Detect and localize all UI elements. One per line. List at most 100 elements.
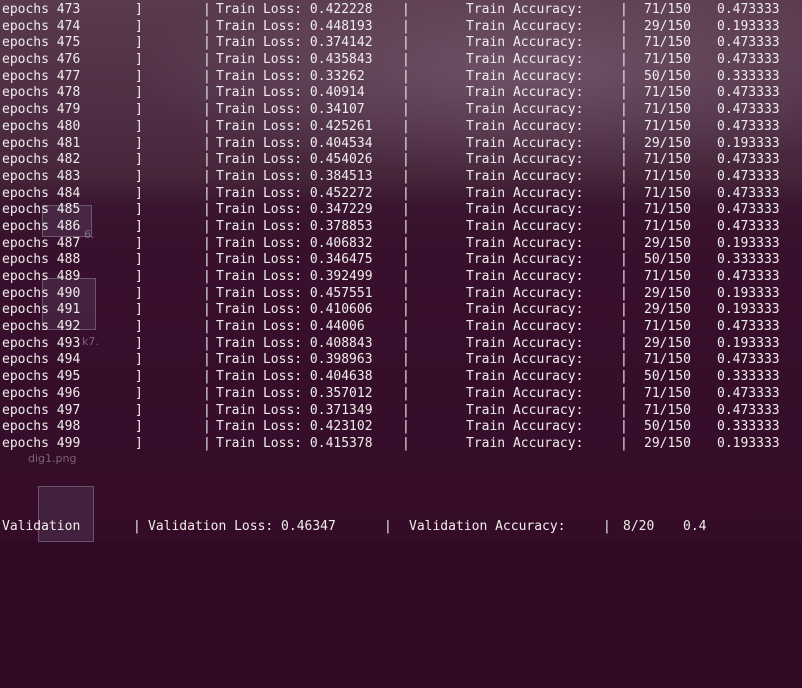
train-accuracy-fraction: 50/150 [644, 369, 691, 385]
train-accuracy-label: Train Accuracy: [466, 118, 584, 134]
separator-bar: | [620, 168, 628, 184]
train-loss: Train Loss: 0.448193 [216, 18, 373, 34]
separator-bar: | [402, 135, 410, 151]
epoch-label: epochs 491 [2, 302, 81, 318]
validation-accuracy-fraction: 8/20 [623, 519, 655, 534]
bracket: ] [135, 52, 143, 68]
separator-bar: | [203, 335, 211, 351]
bracket: ] [135, 218, 143, 234]
separator-bar: | [402, 85, 410, 101]
train-accuracy-label: Train Accuracy: [466, 68, 584, 84]
train-accuracy-value: 0.473333 [717, 152, 780, 168]
bracket: ] [135, 102, 143, 118]
bracket: ] [135, 135, 143, 151]
train-accuracy-label: Train Accuracy: [466, 102, 584, 118]
epoch-label: epochs 494 [2, 352, 81, 368]
separator-bar: | [620, 352, 628, 368]
train-accuracy-value: 0.473333 [717, 52, 780, 68]
train-accuracy-value: 0.333333 [717, 369, 780, 385]
epoch-label: epochs 483 [2, 168, 81, 184]
separator-bar: | [203, 385, 211, 401]
train-accuracy-value: 0.473333 [717, 35, 780, 51]
epoch-label: epochs 499 [2, 435, 81, 451]
epoch-label: epochs 486 [2, 218, 81, 234]
bracket: ] [135, 369, 143, 385]
separator-bar: | [203, 435, 211, 451]
train-accuracy-label: Train Accuracy: [466, 252, 584, 268]
train-accuracy-value: 0.193333 [717, 135, 780, 151]
train-accuracy-label: Train Accuracy: [466, 52, 584, 68]
separator-bar: | [620, 435, 628, 451]
train-accuracy-value: 0.333333 [717, 68, 780, 84]
train-accuracy-fraction: 50/150 [644, 252, 691, 268]
bracket: ] [135, 352, 143, 368]
train-accuracy-value: 0.473333 [717, 218, 780, 234]
separator-bar: | [402, 435, 410, 451]
train-loss: Train Loss: 0.425261 [216, 118, 373, 134]
train-accuracy-value: 0.193333 [717, 435, 780, 451]
separator-bar: | [620, 419, 628, 435]
train-accuracy-label: Train Accuracy: [466, 369, 584, 385]
train-accuracy-fraction: 71/150 [644, 85, 691, 101]
train-accuracy-fraction: 29/150 [644, 135, 691, 151]
train-accuracy-value: 0.473333 [717, 2, 780, 17]
train-accuracy-label: Train Accuracy: [466, 435, 584, 451]
train-accuracy-fraction: 29/150 [644, 285, 691, 301]
separator-bar: | [620, 202, 628, 218]
epoch-label: epochs 474 [2, 18, 81, 34]
epoch-label: epochs 481 [2, 135, 81, 151]
separator-bar: | [402, 152, 410, 168]
epoch-label: epochs 489 [2, 269, 81, 284]
train-accuracy-value: 0.473333 [717, 102, 780, 118]
train-loss: Train Loss: 0.34107 [216, 102, 365, 118]
separator-bar: | [402, 402, 410, 418]
train-accuracy-fraction: 29/150 [644, 302, 691, 318]
separator-bar: | [402, 118, 410, 134]
separator-bar: | [203, 68, 211, 84]
validation-loss: Validation Loss: 0.46347 [148, 519, 336, 534]
separator-bar: | [620, 252, 628, 268]
train-accuracy-label: Train Accuracy: [466, 402, 584, 418]
train-accuracy-fraction: 71/150 [644, 118, 691, 134]
train-accuracy-fraction: 71/150 [644, 352, 691, 368]
epoch-label: epochs 487 [2, 235, 81, 251]
train-accuracy-fraction: 29/150 [644, 18, 691, 34]
train-accuracy-label: Train Accuracy: [466, 202, 584, 218]
separator-bar: | [620, 135, 628, 151]
separator-bar: | [402, 202, 410, 218]
separator-bar: | [402, 52, 410, 68]
separator-bar: | [620, 285, 628, 301]
train-accuracy-label: Train Accuracy: [466, 235, 584, 251]
epoch-label: epochs 480 [2, 118, 81, 134]
separator-bar: | [620, 35, 628, 51]
separator-bar: | [402, 185, 410, 201]
separator-bar: | [620, 52, 628, 68]
validation-accuracy-label: Validation Accuracy: [409, 519, 566, 534]
separator-bar: | [402, 68, 410, 84]
bracket: ] [135, 419, 143, 435]
epoch-label: epochs 490 [2, 285, 81, 301]
terminal-window[interactable]: 6. k7. dig1.png epochs 473] | Train Loss: … [0, 0, 802, 542]
train-loss: Train Loss: 0.435843 [216, 52, 373, 68]
train-loss: Train Loss: 0.452272 [216, 185, 373, 201]
separator-bar: | [620, 235, 628, 251]
train-accuracy-value: 0.193333 [717, 18, 780, 34]
epoch-label: epochs 492 [2, 319, 81, 335]
bracket: ] [135, 319, 143, 335]
train-loss: Train Loss: 0.347229 [216, 202, 373, 218]
train-accuracy-fraction: 71/150 [644, 185, 691, 201]
separator-bar: | [203, 52, 211, 68]
separator-bar: | [402, 2, 410, 17]
train-loss: Train Loss: 0.457551 [216, 285, 373, 301]
train-accuracy-label: Train Accuracy: [466, 352, 584, 368]
train-accuracy-fraction: 29/150 [644, 335, 691, 351]
separator-bar: | [402, 319, 410, 335]
train-accuracy-value: 0.473333 [717, 168, 780, 184]
train-accuracy-value: 0.333333 [717, 419, 780, 435]
separator-bar: | [620, 118, 628, 134]
bracket: ] [135, 402, 143, 418]
train-accuracy-fraction: 29/150 [644, 235, 691, 251]
separator-bar: | [203, 2, 211, 17]
separator-bar: | [203, 168, 211, 184]
train-loss: Train Loss: 0.454026 [216, 152, 373, 168]
